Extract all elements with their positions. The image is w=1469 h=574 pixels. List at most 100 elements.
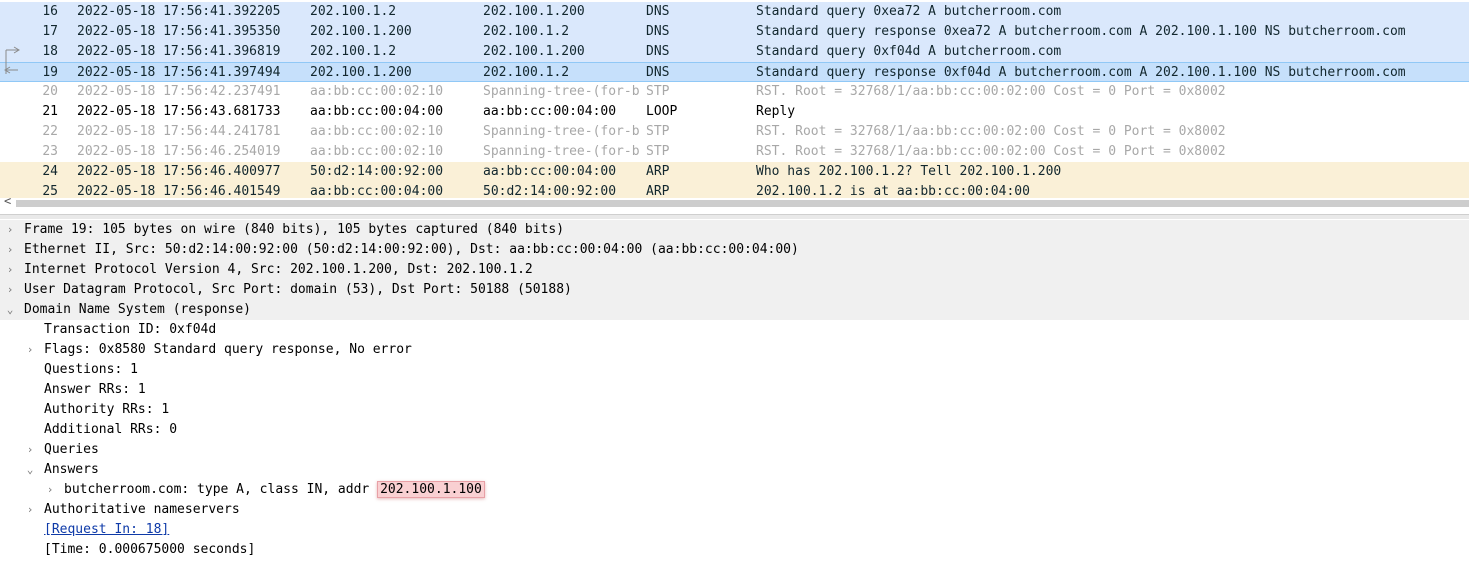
pane-splitter[interactable] <box>0 214 1469 219</box>
scroll-left-icon[interactable]: < <box>4 194 11 208</box>
horizontal-scrollbar[interactable]: < <box>0 194 1469 208</box>
packet-row[interactable]: 23 2022-05-18 17:56:46.254019 aa:bb:cc:00:… <box>0 142 1469 162</box>
packet-row[interactable]: 25 2022-05-18 17:56:46.401549 aa:bb:cc:00:… <box>0 182 1469 198</box>
tree-item-authoritative-nameservers[interactable]: › Authoritative nameservers <box>0 500 1469 520</box>
packet-number: 20 <box>42 84 58 99</box>
packet-source: aa:bb:cc:00:02:10 <box>310 144 444 159</box>
expand-arrow-icon[interactable]: › <box>43 480 57 500</box>
expand-arrow-icon[interactable]: › <box>3 220 17 240</box>
packet-number: 24 <box>42 164 58 179</box>
tree-item-label: Questions: 1 <box>44 362 138 377</box>
tree-item-request-in[interactable]: [Request In: 18] <box>0 520 1469 540</box>
tree-item-additional-rrs[interactable]: Additional RRs: 0 <box>0 420 1469 440</box>
packet-destination: aa:bb:cc:00:04:00 <box>483 104 617 119</box>
packet-info: Standard query response 0xf04d A butcher… <box>756 65 1406 80</box>
tree-item-ipv4[interactable]: › Internet Protocol Version 4, Src: 202.… <box>0 260 1469 280</box>
tree-item-authority-rrs[interactable]: Authority RRs: 1 <box>0 400 1469 420</box>
tree-item-answer-rrs[interactable]: Answer RRs: 1 <box>0 380 1469 400</box>
packet-list[interactable]: 16 2022-05-18 17:56:41.392205 202.100.1.2 2… <box>0 0 1469 198</box>
packet-destination: Spanning-tree-(for-bridges)_00 <box>483 84 641 99</box>
highlighted-address: 202.100.1.100 <box>377 481 485 498</box>
tree-item-dns[interactable]: ⌄ Domain Name System (response) <box>0 300 1469 320</box>
packet-destination: 202.100.1.2 <box>483 65 570 80</box>
packet-time: 2022-05-18 17:56:41.397494 <box>77 65 281 80</box>
related-packet-markers <box>4 46 20 74</box>
packet-row[interactable]: 22 2022-05-18 17:56:44.241781 aa:bb:cc:00:… <box>0 122 1469 142</box>
tree-item-label: Ethernet II, Src: 50:d2:14:00:92:00 (50:… <box>24 242 799 257</box>
tree-item-label: butcherroom.com: type A, class IN, addr … <box>64 480 485 500</box>
tree-item-time[interactable]: [Time: 0.000675000 seconds] <box>0 540 1469 560</box>
packet-row[interactable]: 19 2022-05-18 17:56:41.397494 202.100.1.20… <box>0 62 1469 82</box>
packet-source: aa:bb:cc:00:02:10 <box>310 124 444 139</box>
packet-protocol: DNS <box>646 4 670 19</box>
tree-item-label: Frame 19: 105 bytes on wire (840 bits), … <box>24 222 565 237</box>
packet-protocol: ARP <box>646 184 670 198</box>
tree-item-label: Answers <box>44 462 99 477</box>
packet-destination: Spanning-tree-(for-bridges)_00 <box>483 144 641 159</box>
packet-protocol: DNS <box>646 65 670 80</box>
packet-source: 202.100.1.2 <box>310 4 397 19</box>
expand-arrow-icon[interactable]: › <box>23 440 37 460</box>
packet-info: Who has 202.100.1.2? Tell 202.100.1.200 <box>756 164 1062 179</box>
collapse-arrow-icon[interactable]: ⌄ <box>23 460 37 480</box>
packet-time: 2022-05-18 17:56:42.237491 <box>77 84 281 99</box>
packet-info: Standard query 0xea72 A butcherroom.com <box>756 4 1062 19</box>
packet-number: 21 <box>42 104 58 119</box>
tree-item-flags[interactable]: › Flags: 0x8580 Standard query response,… <box>0 340 1469 360</box>
packet-protocol: DNS <box>646 44 670 59</box>
packet-row[interactable]: 18 2022-05-18 17:56:41.396819 202.100.1.2 2… <box>0 42 1469 62</box>
packet-time: 2022-05-18 17:56:41.396819 <box>77 44 281 59</box>
tree-item-label: Authoritative nameservers <box>44 502 240 517</box>
packet-time: 2022-05-18 17:56:46.400977 <box>77 164 281 179</box>
tree-item-queries[interactable]: › Queries <box>0 440 1469 460</box>
collapse-arrow-icon[interactable]: ⌄ <box>3 300 17 320</box>
packet-time: 2022-05-18 17:56:44.241781 <box>77 124 281 139</box>
scrollbar-thumb[interactable] <box>16 200 1469 207</box>
packet-destination: 202.100.1.2 <box>483 24 570 39</box>
packet-row[interactable]: 21 2022-05-18 17:56:43.681733 aa:bb:cc:00:… <box>0 102 1469 122</box>
tree-item-label: Transaction ID: 0xf04d <box>44 322 217 337</box>
packet-protocol: STP <box>646 124 670 139</box>
request-in-link[interactable]: [Request In: 18] <box>44 520 169 540</box>
tree-item-transaction-id[interactable]: Transaction ID: 0xf04d <box>0 320 1469 340</box>
packet-protocol: DNS <box>646 24 670 39</box>
packet-protocol: STP <box>646 144 670 159</box>
packet-info: Reply <box>756 104 796 119</box>
expand-arrow-icon[interactable]: › <box>3 280 17 300</box>
tree-item-label: Internet Protocol Version 4, Src: 202.10… <box>24 262 533 277</box>
expand-arrow-icon[interactable]: › <box>3 240 17 260</box>
packet-info: RST. Root = 32768/1/aa:bb:cc:00:02:00 Co… <box>756 144 1226 159</box>
expand-arrow-icon[interactable]: › <box>3 260 17 280</box>
tree-item-answers[interactable]: ⌄ Answers <box>0 460 1469 480</box>
tree-item-ethernet[interactable]: › Ethernet II, Src: 50:d2:14:00:92:00 (5… <box>0 240 1469 260</box>
tree-item-frame[interactable]: › Frame 19: 105 bytes on wire (840 bits)… <box>0 220 1469 240</box>
tree-item-questions[interactable]: Questions: 1 <box>0 360 1469 380</box>
expand-arrow-icon[interactable]: › <box>23 340 37 360</box>
packet-info: RST. Root = 32768/1/aa:bb:cc:00:02:00 Co… <box>756 124 1226 139</box>
packet-source: 50:d2:14:00:92:00 <box>310 164 444 179</box>
tree-item-label: Authority RRs: 1 <box>44 402 170 417</box>
packet-row[interactable]: 24 2022-05-18 17:56:46.400977 50:d2:14:00:… <box>0 162 1469 182</box>
tree-item-udp[interactable]: › User Datagram Protocol, Src Port: doma… <box>0 280 1469 300</box>
packet-protocol: ARP <box>646 164 670 179</box>
tree-item-answer-record[interactable]: › butcherroom.com: type A, class IN, add… <box>0 480 1469 500</box>
packet-time: 2022-05-18 17:56:41.395350 <box>77 24 281 39</box>
packet-info: Standard query response 0xea72 A butcher… <box>756 24 1406 39</box>
packet-protocol: LOOP <box>646 104 678 119</box>
packet-number: 23 <box>42 144 58 159</box>
expand-arrow-icon[interactable]: › <box>23 500 37 520</box>
packet-time: 2022-05-18 17:56:46.401549 <box>77 184 281 198</box>
packet-row[interactable]: 20 2022-05-18 17:56:42.237491 aa:bb:cc:00:… <box>0 82 1469 102</box>
tree-item-label: Answer RRs: 1 <box>44 382 146 397</box>
packet-destination: 50:d2:14:00:92:00 <box>483 184 617 198</box>
packet-row[interactable]: 16 2022-05-18 17:56:41.392205 202.100.1.2 2… <box>0 2 1469 22</box>
packet-source: aa:bb:cc:00:04:00 <box>310 184 444 198</box>
packet-details-tree[interactable]: › Frame 19: 105 bytes on wire (840 bits)… <box>0 220 1469 574</box>
packet-row[interactable]: 17 2022-05-18 17:56:41.395350 202.100.1.20… <box>0 22 1469 42</box>
tree-item-label: Domain Name System (response) <box>24 302 251 317</box>
packet-destination: aa:bb:cc:00:04:00 <box>483 164 617 179</box>
packet-source: aa:bb:cc:00:04:00 <box>310 104 444 119</box>
tree-item-label: [Time: 0.000675000 seconds] <box>44 542 256 557</box>
tree-item-label: User Datagram Protocol, Src Port: domain… <box>24 282 572 297</box>
packet-time: 2022-05-18 17:56:43.681733 <box>77 104 281 119</box>
